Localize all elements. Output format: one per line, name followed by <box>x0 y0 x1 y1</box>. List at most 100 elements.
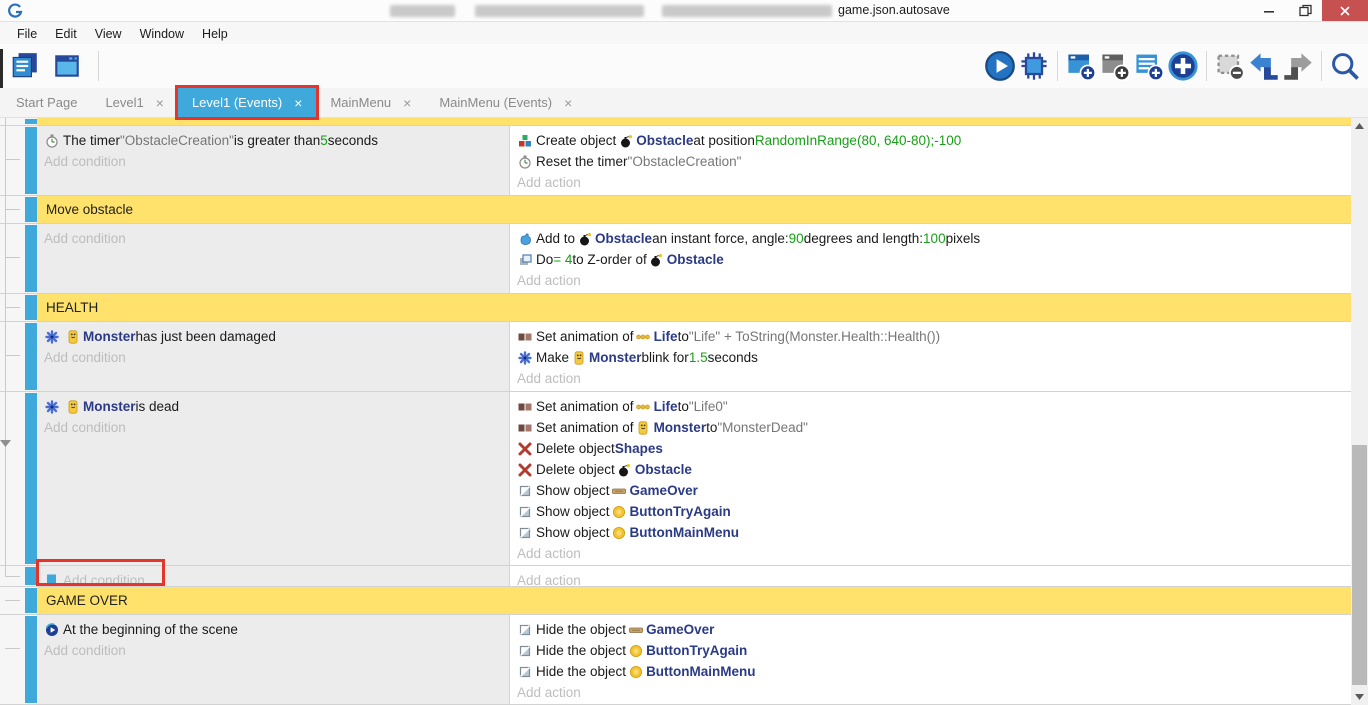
scrollbar-thumb[interactable] <box>1352 445 1367 685</box>
add-condition-button[interactable]: Add condition <box>37 151 509 172</box>
event-selection-bar[interactable] <box>25 127 37 194</box>
tab-mainmenu-events-[interactable]: MainMenu (Events)× <box>425 88 586 117</box>
undo-button[interactable] <box>1247 49 1281 83</box>
scroll-up-arrow[interactable] <box>1351 118 1368 134</box>
close-button[interactable] <box>1322 0 1368 21</box>
event-selection-bar[interactable] <box>25 295 37 320</box>
text-segment: Add action <box>517 685 581 700</box>
toggle-disabled-button[interactable] <box>1213 49 1247 83</box>
tab-label: Level1 (Events) <box>192 95 282 110</box>
condition-line[interactable]: Monster has just been damaged <box>37 326 509 347</box>
event-selection-bar[interactable] <box>25 225 37 292</box>
action-line[interactable]: Reset the timer "ObstacleCreation" <box>510 151 1351 172</box>
menu-item-help[interactable]: Help <box>193 27 237 41</box>
maximize-button[interactable] <box>1288 0 1322 21</box>
visibility-icon <box>517 622 532 637</box>
action-line[interactable]: Hide the object ButtonTryAgain <box>510 640 1351 661</box>
actions-cell[interactable]: Set animation of Life to "Life0"Set anim… <box>510 392 1351 565</box>
project-manager-button[interactable] <box>8 49 42 83</box>
tab-level1[interactable]: Level1 × <box>91 88 178 117</box>
vertical-scrollbar[interactable] <box>1351 118 1368 705</box>
actions-cell[interactable]: Create object Obstacle at position Rando… <box>510 126 1351 195</box>
tab-level1-events-[interactable]: Level1 (Events) × <box>178 88 317 117</box>
text-segment: GameOver <box>646 622 714 637</box>
action-line[interactable]: Hide the object GameOver <box>510 619 1351 640</box>
scene-editor-button[interactable] <box>50 49 84 83</box>
add-action-button[interactable]: Add action <box>510 270 1351 291</box>
action-line[interactable]: Create object Obstacle at position Rando… <box>510 130 1351 151</box>
events-sheet: The timer "ObstacleCreation" is greater … <box>0 118 1368 705</box>
action-line[interactable]: Show object ButtonTryAgain <box>510 501 1351 522</box>
tab-close-icon[interactable]: × <box>294 95 302 111</box>
menu-item-file[interactable]: File <box>8 27 46 41</box>
action-line[interactable]: Set animation of Monster to "MonsterDead… <box>510 417 1351 438</box>
debug-button[interactable] <box>1017 49 1051 83</box>
comment-cell[interactable]: Move obstacle <box>37 196 1351 223</box>
menu-item-edit[interactable]: Edit <box>46 27 86 41</box>
action-line[interactable]: Make Monster blink for 1.5 seconds <box>510 347 1351 368</box>
add-subevent-button[interactable] <box>1098 49 1132 83</box>
add-condition-button[interactable]: Add condition <box>37 347 509 368</box>
tab-start-page[interactable]: Start Page <box>2 88 91 117</box>
conditions-cell[interactable]: At the beginning of the sceneAdd conditi… <box>37 615 510 704</box>
add-action-button[interactable]: Add action <box>510 570 1351 587</box>
text-segment: = 4 <box>553 252 572 267</box>
event-selection-bar[interactable] <box>25 197 37 222</box>
add-action-button[interactable]: Add action <box>510 543 1351 564</box>
conditions-cell[interactable]: Monster has just been damagedAdd conditi… <box>37 322 510 391</box>
action-line[interactable]: Delete object Shapes <box>510 438 1351 459</box>
action-line[interactable]: Show object GameOver <box>510 480 1351 501</box>
action-line[interactable]: Add to Obstacle an instant force, angle:… <box>510 228 1351 249</box>
fold-arrow-icon[interactable] <box>0 434 11 452</box>
add-condition-button[interactable]: Add condition <box>37 228 509 249</box>
condition-line[interactable]: At the beginning of the scene <box>37 619 509 640</box>
event-selection-bar[interactable] <box>25 323 37 390</box>
conditions-cell[interactable]: The timer "ObstacleCreation" is greater … <box>37 126 510 195</box>
title-redacted-block <box>390 5 455 17</box>
action-line[interactable]: Set animation of Life to "Life0" <box>510 396 1351 417</box>
event-selection-bar[interactable] <box>25 588 37 613</box>
conditions-cell[interactable]: Add condition <box>37 224 510 293</box>
actions-cell[interactable]: Set animation of Life to "Life" + ToStri… <box>510 322 1351 391</box>
timer-icon <box>517 154 532 169</box>
add-action-button[interactable]: Add action <box>510 368 1351 389</box>
menu-item-window[interactable]: Window <box>131 27 193 41</box>
tab-label: Level1 <box>105 95 143 110</box>
actions-cell[interactable]: Add action <box>510 566 1351 586</box>
event-selection-bar[interactable] <box>25 393 37 564</box>
preview-play-button[interactable] <box>983 49 1017 83</box>
add-action-button[interactable]: Add action <box>510 172 1351 193</box>
comment-cell[interactable]: HEALTH <box>37 294 1351 321</box>
tab-mainmenu[interactable]: MainMenu× <box>316 88 425 117</box>
action-line[interactable]: Delete object Obstacle <box>510 459 1351 480</box>
action-line[interactable]: Do = 4 to Z-order of Obstacle <box>510 249 1351 270</box>
actions-cell[interactable]: Add to Obstacle an instant force, angle:… <box>510 224 1351 293</box>
tab-close-icon[interactable]: × <box>564 95 572 111</box>
action-line[interactable]: Hide the object ButtonMainMenu <box>510 661 1351 682</box>
menu-item-view[interactable]: View <box>86 27 131 41</box>
comment-cell[interactable]: GAME OVER <box>37 587 1351 614</box>
comment-cell[interactable] <box>37 118 1351 125</box>
tab-close-icon[interactable]: × <box>156 95 164 111</box>
event-selection-bar[interactable] <box>25 119 37 124</box>
search-button[interactable] <box>1328 49 1362 83</box>
add-more-button[interactable] <box>1166 49 1200 83</box>
text-segment: an instant force, angle: <box>652 231 789 246</box>
action-line[interactable]: Show object ButtonMainMenu <box>510 522 1351 543</box>
condition-line[interactable]: Monster is dead <box>37 396 509 417</box>
add-action-button[interactable]: Add action <box>510 682 1351 703</box>
add-comment-button[interactable] <box>1132 49 1166 83</box>
text-segment: to <box>678 399 689 414</box>
redo-button[interactable] <box>1281 49 1315 83</box>
add-condition-button[interactable]: Add condition <box>37 640 509 661</box>
event-selection-bar[interactable] <box>25 616 37 703</box>
action-line[interactable]: Set animation of Life to "Life" + ToStri… <box>510 326 1351 347</box>
condition-line[interactable]: The timer "ObstacleCreation" is greater … <box>37 130 509 151</box>
tab-close-icon[interactable]: × <box>403 95 411 111</box>
conditions-cell[interactable]: Monster is deadAdd condition <box>37 392 510 565</box>
add-event-button[interactable] <box>1064 49 1098 83</box>
scroll-down-arrow[interactable] <box>1351 689 1368 705</box>
minimize-button[interactable] <box>1252 0 1286 21</box>
add-condition-button[interactable]: Add condition <box>37 417 509 438</box>
actions-cell[interactable]: Hide the object GameOverHide the object … <box>510 615 1351 704</box>
